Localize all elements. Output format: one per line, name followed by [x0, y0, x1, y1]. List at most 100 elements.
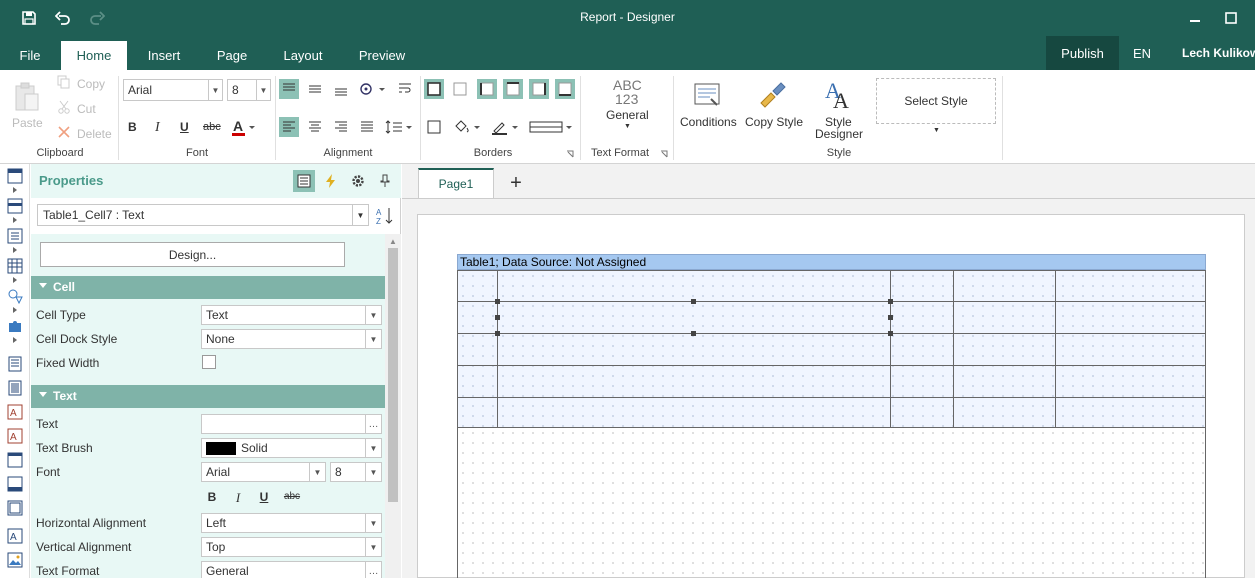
report-band-area[interactable] [457, 428, 1206, 578]
strikethrough-icon[interactable]: abc [203, 121, 221, 133]
report-icon[interactable] [7, 380, 23, 396]
page-tab[interactable]: Page1 [418, 168, 494, 198]
copy-button[interactable]: Copy [77, 77, 105, 91]
object-selector[interactable]: Table1_Cell7 : Text ▼ [37, 204, 369, 226]
align-middle-icon[interactable] [305, 79, 325, 99]
font-family-select[interactable]: Arial ▼ [201, 462, 326, 482]
align-top-icon[interactable] [279, 79, 299, 99]
selection-handle[interactable] [691, 331, 696, 336]
design-button[interactable]: Design... [40, 242, 345, 267]
property-list-icon[interactable] [293, 170, 315, 192]
paste-button[interactable]: Paste [12, 116, 43, 130]
gear-icon[interactable] [347, 170, 369, 192]
cut-button[interactable]: Cut [77, 102, 96, 116]
border-style-icon[interactable] [528, 117, 574, 137]
maximize-icon[interactable] [1216, 0, 1246, 36]
tab-home[interactable]: Home [61, 41, 127, 70]
conditions-button[interactable]: Conditions [680, 115, 737, 129]
fixed-width-checkbox[interactable] [202, 355, 216, 369]
font-color-icon[interactable]: A [229, 117, 257, 137]
border-left-icon[interactable] [477, 79, 497, 99]
language-selector[interactable]: EN [1133, 46, 1151, 61]
ellipsis-icon[interactable]: … [365, 415, 381, 433]
text-icon[interactable]: A [7, 404, 23, 420]
tab-layout[interactable]: Layout [273, 41, 333, 70]
justify-icon[interactable] [357, 117, 377, 137]
minimize-icon[interactable] [1180, 0, 1210, 36]
cell-section-header[interactable]: Cell [31, 276, 385, 299]
selection-handle[interactable] [495, 299, 500, 304]
tab-file[interactable]: File [0, 41, 60, 70]
user-name[interactable]: Lech Kulikowski [1182, 46, 1255, 60]
italic-icon[interactable]: I [155, 120, 160, 136]
text-input[interactable]: … [201, 414, 382, 434]
font-size-combo[interactable]: 8 ▼ [227, 79, 271, 101]
expand-corner-icon[interactable] [564, 148, 576, 160]
report-title-band-icon[interactable] [7, 168, 23, 184]
selection-handle[interactable] [888, 331, 893, 336]
properties-scrollbar[interactable]: ▲ [385, 234, 401, 578]
cell-dock-style-select[interactable]: None ▼ [201, 329, 382, 349]
font-size-select[interactable]: 8 ▼ [330, 462, 382, 482]
events-icon[interactable] [320, 170, 342, 192]
label-icon[interactable]: A [7, 528, 23, 544]
strikethrough-icon[interactable]: abc [281, 491, 303, 502]
border-bottom-icon[interactable] [555, 79, 575, 99]
underline-icon[interactable]: U [180, 120, 189, 134]
table-icon[interactable] [7, 258, 23, 274]
vertical-alignment-select[interactable]: Top ▼ [201, 537, 382, 557]
bold-icon[interactable]: B [203, 490, 221, 504]
font-family-combo[interactable]: Arial ▼ [123, 79, 223, 101]
select-style-box[interactable]: Select Style [876, 78, 996, 124]
text-section-header[interactable]: Text [31, 385, 385, 408]
chevron-down-icon[interactable]: ▼ [933, 127, 940, 134]
text-format-button[interactable]: General [606, 108, 649, 122]
align-right-icon[interactable] [331, 117, 351, 137]
puzzle-icon[interactable] [7, 318, 23, 334]
panel-icon[interactable] [7, 452, 23, 468]
header-band-icon[interactable] [7, 198, 23, 214]
selection-handle[interactable] [691, 299, 696, 304]
cut-icon[interactable] [56, 99, 72, 115]
selection-handle[interactable] [495, 315, 500, 320]
delete-icon[interactable] [56, 124, 72, 140]
tab-preview[interactable]: Preview [351, 41, 413, 70]
sort-az-icon[interactable]: AZ [375, 206, 395, 226]
style-designer-line2[interactable]: Designer [815, 127, 863, 141]
expand-corner-icon[interactable] [658, 148, 670, 160]
summary-band-icon[interactable] [7, 500, 23, 516]
fill-color-icon[interactable] [452, 117, 482, 137]
align-center-icon[interactable] [305, 117, 325, 137]
data-band-icon[interactable] [7, 228, 23, 244]
pin-icon[interactable] [374, 170, 396, 192]
border-frame-icon[interactable] [424, 117, 444, 137]
ellipsis-icon[interactable]: … [365, 562, 381, 578]
underline-icon[interactable]: U [255, 490, 273, 504]
border-all-icon[interactable] [424, 79, 444, 99]
style-designer-icon[interactable]: AA [822, 78, 856, 110]
page-icon[interactable] [7, 356, 23, 372]
delete-button[interactable]: Delete [77, 127, 112, 141]
paste-icon[interactable] [12, 80, 42, 114]
align-bottom-icon[interactable] [331, 79, 351, 99]
border-right-icon[interactable] [529, 79, 549, 99]
selection-handle[interactable] [888, 315, 893, 320]
publish-button[interactable]: Publish [1046, 36, 1119, 70]
tab-insert[interactable]: Insert [134, 41, 194, 70]
scroll-up-icon[interactable]: ▲ [389, 237, 397, 246]
copy-style-icon[interactable] [756, 80, 790, 110]
chevron-down-icon[interactable]: ▼ [624, 123, 631, 130]
rich-text-icon[interactable]: A [7, 428, 23, 444]
conditions-icon[interactable] [692, 80, 724, 110]
scrollbar-thumb[interactable] [388, 248, 398, 502]
copy-style-button[interactable]: Copy Style [745, 115, 803, 129]
line-spacing-icon[interactable] [384, 117, 414, 137]
image-icon[interactable] [7, 552, 23, 568]
selection-handle[interactable] [495, 331, 500, 336]
border-none-icon[interactable] [450, 79, 470, 99]
text-brush-select[interactable]: Solid ▼ [201, 438, 382, 458]
shapes-icon[interactable] [7, 288, 23, 304]
cell-type-select[interactable]: Text ▼ [201, 305, 382, 325]
add-page-button[interactable]: + [504, 168, 528, 198]
align-left-icon[interactable] [279, 117, 299, 137]
